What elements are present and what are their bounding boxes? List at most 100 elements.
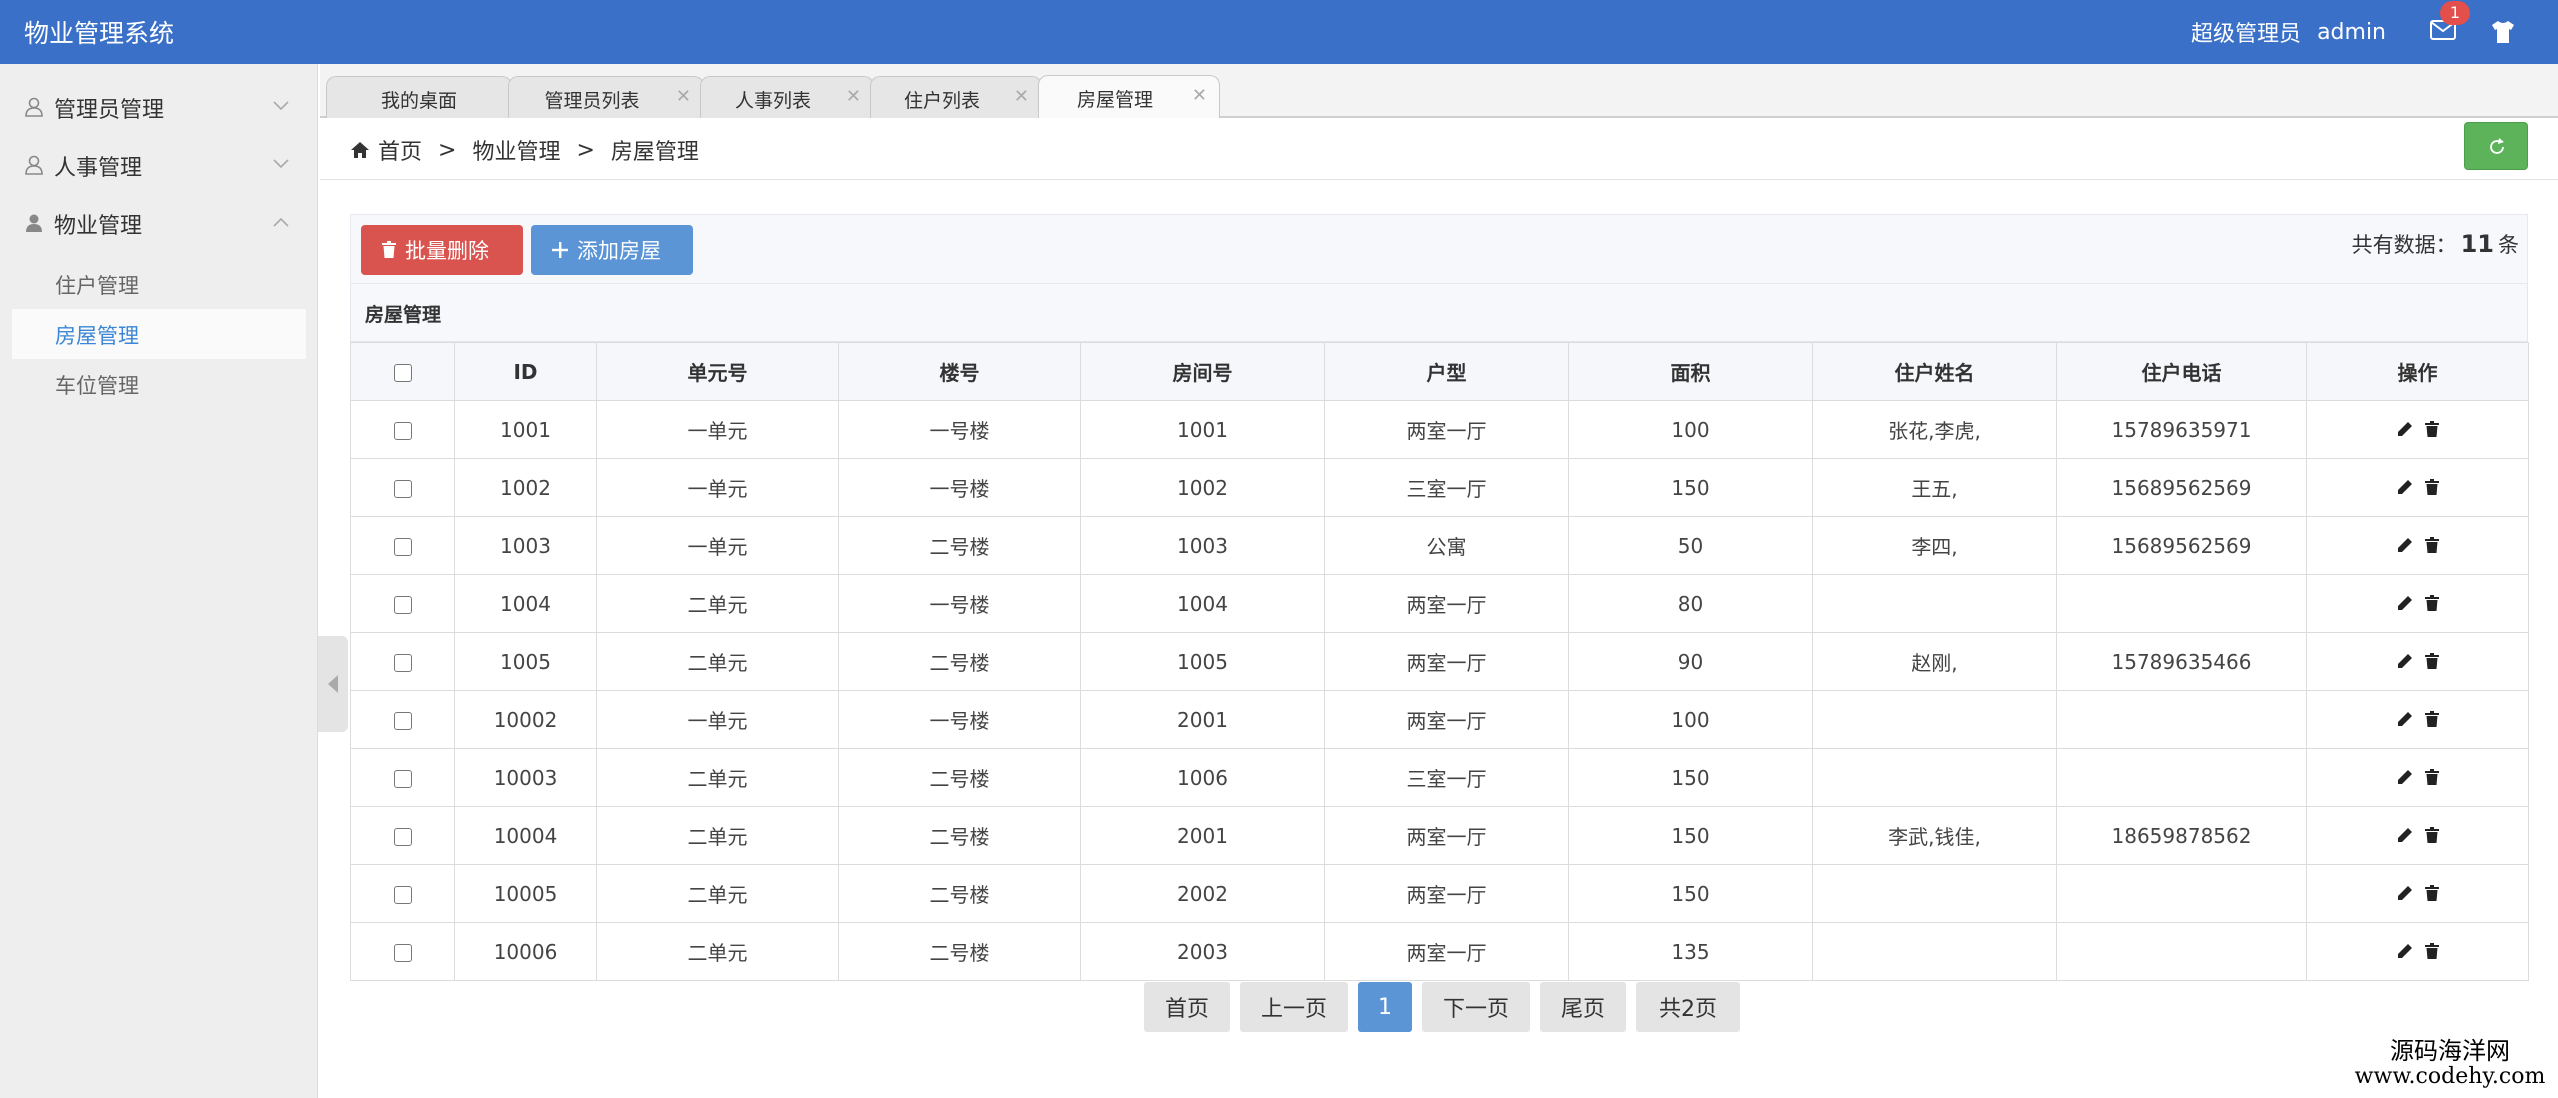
table-cell: 公寓 — [1324, 516, 1569, 575]
app-title: 物业管理系统 — [24, 19, 175, 48]
close-icon[interactable]: ✕ — [1192, 85, 1207, 106]
table-cell: 一单元 — [596, 690, 839, 749]
edit-icon[interactable] — [2397, 653, 2413, 669]
sidebar-group-personnel[interactable]: 人事管理 — [0, 136, 318, 194]
column-header[interactable]: 楼号 — [838, 342, 1081, 401]
batch-delete-button[interactable]: 批量删除 — [361, 225, 523, 275]
delete-icon[interactable] — [2424, 942, 2439, 959]
sidebar-group-admin[interactable]: 管理员管理 — [0, 78, 318, 136]
table-cell: 一号楼 — [838, 690, 1081, 749]
breadcrumb-property[interactable]: 物业管理 — [472, 134, 560, 166]
sidebar-item-parking[interactable]: 车位管理 — [12, 359, 306, 409]
total-number: 11 — [2460, 230, 2494, 258]
user-role-label: 超级管理员 — [2191, 22, 2302, 47]
page-next-button[interactable]: 下一页 — [1422, 982, 1530, 1032]
user-name-menu[interactable]: admin — [2317, 20, 2386, 45]
breadcrumb-separator: > — [438, 137, 457, 163]
page-prev-button[interactable]: 上一页 — [1240, 982, 1348, 1032]
breadcrumb-home[interactable]: 首页 — [378, 134, 422, 166]
row-select-cell — [350, 748, 455, 807]
row-checkbox[interactable] — [393, 480, 412, 498]
delete-icon[interactable] — [2424, 826, 2439, 843]
table-cell: 两室一厅 — [1324, 690, 1569, 749]
row-checkbox[interactable] — [393, 538, 412, 556]
delete-icon[interactable] — [2424, 652, 2439, 669]
table-cell: 2001 — [1080, 806, 1325, 865]
table-body: 1001 一单元 一号楼 1001 两室一厅 100 张花,李虎, 15789635971 10… — [350, 400, 2529, 981]
delete-icon[interactable] — [2424, 478, 2439, 495]
table-cell: 王五, — [1812, 458, 2057, 517]
chevron-down-icon — [273, 101, 289, 111]
column-header[interactable]: ID — [454, 342, 597, 401]
delete-icon[interactable] — [2424, 420, 2439, 437]
row-checkbox[interactable] — [393, 886, 412, 904]
chevron-up-icon — [273, 217, 289, 227]
table-cell: 两室一厅 — [1324, 400, 1569, 459]
edit-icon[interactable] — [2397, 827, 2413, 843]
table-cell: 二单元 — [596, 806, 839, 865]
add-house-button[interactable]: 添加房屋 — [531, 225, 693, 275]
table-cell: 15789635971 — [2056, 400, 2307, 459]
column-header[interactable]: 住户姓名 — [1812, 342, 2057, 401]
table-cell: 15789635466 — [2056, 632, 2307, 691]
refresh-button[interactable] — [2464, 122, 2528, 170]
table-cell — [1812, 922, 2057, 981]
edit-icon[interactable] — [2397, 421, 2413, 437]
user-area: 超级管理员 admin 1 — [2191, 0, 2558, 64]
page-first-button[interactable]: 首页 — [1144, 982, 1230, 1032]
page-last-button[interactable]: 尾页 — [1540, 982, 1626, 1032]
column-header[interactable]: 面积 — [1568, 342, 1813, 401]
user-outline-icon — [25, 97, 43, 117]
delete-icon[interactable] — [2424, 768, 2439, 785]
row-checkbox[interactable] — [393, 596, 412, 614]
row-checkbox[interactable] — [393, 828, 412, 846]
sidebar-collapse-handle[interactable] — [318, 636, 348, 732]
tab-desktop[interactable]: 我的桌面 — [326, 76, 512, 118]
row-checkbox[interactable] — [393, 422, 412, 440]
watermark-line2: www.codehy.com — [2354, 1064, 2546, 1089]
tab-strip: 我的桌面 管理员列表 ✕ 人事列表 ✕ 住户列表 ✕ 房屋管理 ✕ — [320, 64, 2558, 119]
column-header[interactable]: 单元号 — [596, 342, 839, 401]
tab-house-management[interactable]: 房屋管理 ✕ — [1038, 75, 1220, 119]
tshirt-icon[interactable] — [2488, 17, 2518, 47]
breadcrumb-bar: 首页 > 物业管理 > 房屋管理 — [320, 118, 2558, 180]
column-header[interactable]: 户型 — [1324, 342, 1569, 401]
edit-icon[interactable] — [2397, 769, 2413, 785]
table-row: 1005 二单元 二号楼 1005 两室一厅 90 赵刚, 15789635466 — [350, 632, 2529, 691]
tab-admin-list[interactable]: 管理员列表 ✕ — [508, 76, 704, 118]
edit-icon[interactable] — [2397, 479, 2413, 495]
table-cell: 135 — [1568, 922, 1813, 981]
mail-button[interactable]: 1 — [2426, 0, 2470, 64]
row-checkbox[interactable] — [393, 770, 412, 788]
edit-icon[interactable] — [2397, 711, 2413, 727]
delete-icon[interactable] — [2424, 536, 2439, 553]
edit-icon[interactable] — [2397, 943, 2413, 959]
column-header[interactable]: 房间号 — [1080, 342, 1325, 401]
row-checkbox[interactable] — [393, 944, 412, 962]
sidebar-item-residents[interactable]: 住户管理 — [12, 259, 306, 309]
table-cell: 2003 — [1080, 922, 1325, 981]
delete-icon[interactable] — [2424, 710, 2439, 727]
delete-icon[interactable] — [2424, 594, 2439, 611]
tab-resident-list[interactable]: 住户列表 ✕ — [870, 76, 1042, 118]
tab-label: 住户列表 — [903, 90, 980, 112]
tab-personnel-list[interactable]: 人事列表 ✕ — [700, 76, 874, 118]
column-header[interactable]: 住户电话 — [2056, 342, 2307, 401]
table-cell: 1006 — [1080, 748, 1325, 807]
table-cell — [2056, 574, 2307, 633]
page-current-button[interactable]: 1 — [1358, 982, 1412, 1032]
row-checkbox[interactable] — [393, 712, 412, 730]
table-cell: 80 — [1568, 574, 1813, 633]
delete-icon[interactable] — [2424, 884, 2439, 901]
table-cell — [1812, 864, 2057, 923]
sidebar-group-property[interactable]: 物业管理 — [0, 194, 318, 252]
select-all-checkbox[interactable] — [393, 364, 412, 382]
row-actions-cell — [2306, 458, 2529, 517]
row-checkbox[interactable] — [393, 654, 412, 672]
edit-icon[interactable] — [2397, 537, 2413, 553]
table-cell: 1002 — [1080, 458, 1325, 517]
edit-icon[interactable] — [2397, 885, 2413, 901]
edit-icon[interactable] — [2397, 595, 2413, 611]
tab-label: 房屋管理 — [1076, 89, 1153, 111]
sidebar-item-houses[interactable]: 房屋管理 — [12, 309, 306, 359]
